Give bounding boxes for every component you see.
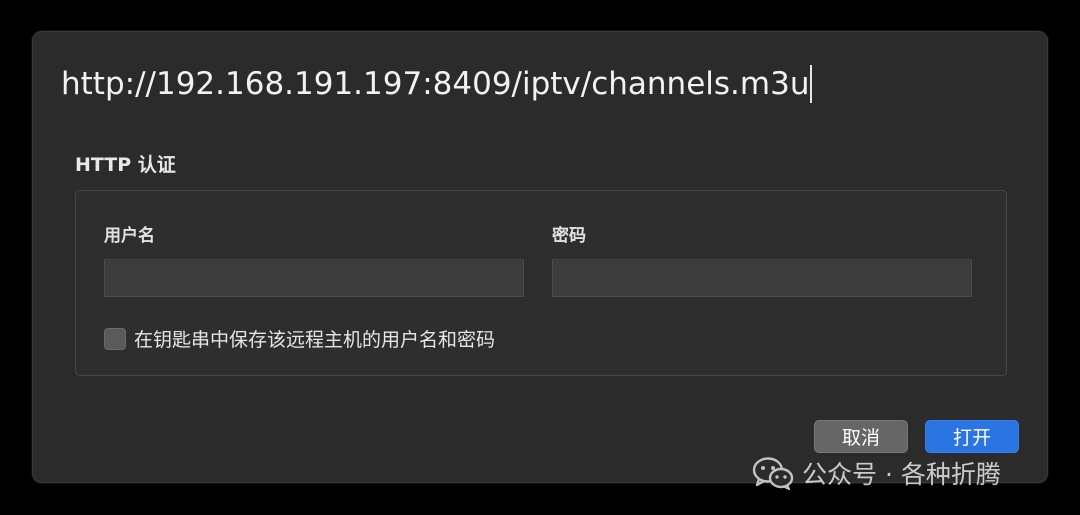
text-caret — [810, 65, 813, 103]
keychain-checkbox-label[interactable]: 在钥匙串中保存该远程主机的用户名和密码 — [134, 325, 495, 352]
open-url-dialog: http://192.168.191.197:8409/iptv/channel… — [32, 31, 1048, 483]
url-text[interactable]: http://192.168.191.197:8409/iptv/channel… — [61, 66, 809, 102]
url-field[interactable]: http://192.168.191.197:8409/iptv/channel… — [61, 62, 813, 106]
auth-group: 用户名 密码 在钥匙串中保存该远程主机的用户名和密码 — [75, 190, 1007, 376]
watermark-text: 公众号 · 各种折腾 — [802, 460, 1001, 489]
password-input[interactable] — [552, 259, 972, 297]
section-title: HTTP 认证 — [75, 154, 176, 176]
watermark: 公众号 · 各种折腾 — [752, 455, 1001, 491]
username-input[interactable] — [104, 259, 524, 297]
password-label: 密码 — [552, 226, 586, 246]
username-label: 用户名 — [104, 226, 155, 246]
wechat-icon — [752, 457, 794, 490]
keychain-checkbox[interactable] — [104, 327, 126, 350]
open-button[interactable]: 打开 — [925, 420, 1019, 453]
cancel-button[interactable]: 取消 — [814, 420, 908, 453]
keychain-checkbox-row[interactable]: 在钥匙串中保存该远程主机的用户名和密码 — [104, 325, 495, 352]
